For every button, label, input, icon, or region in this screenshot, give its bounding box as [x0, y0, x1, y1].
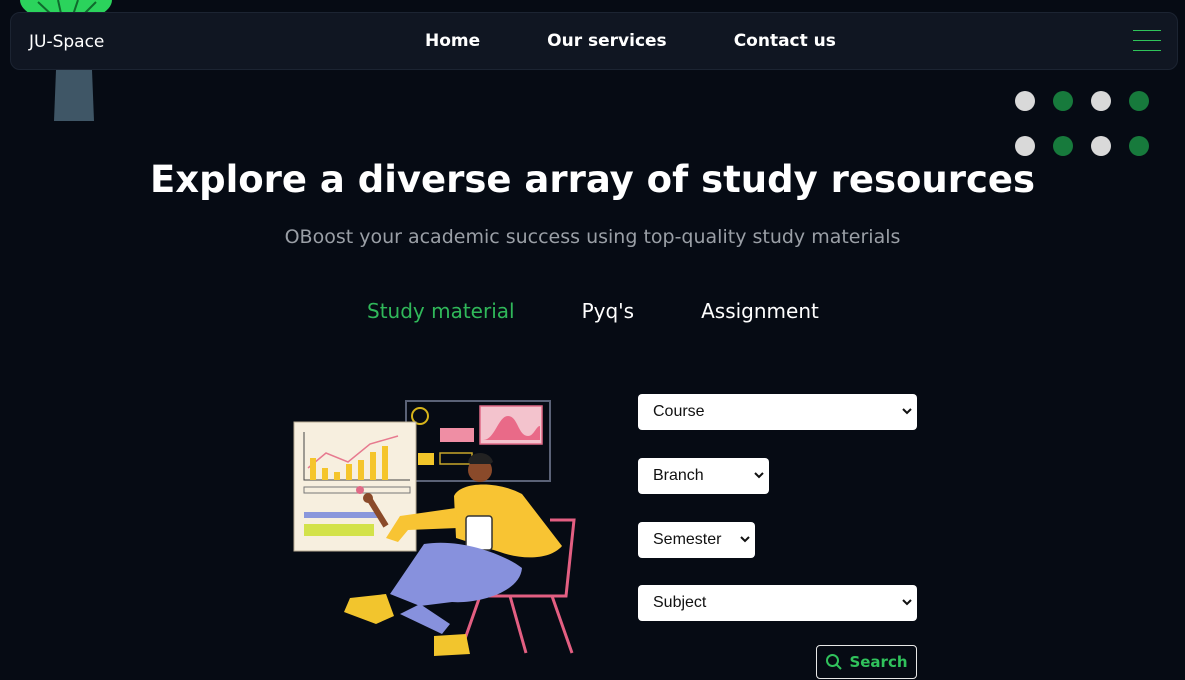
branch-select-value: Branch: [653, 467, 704, 484]
chevron-down-icon: [902, 599, 912, 606]
search-button-label: Search: [849, 653, 908, 671]
hero-title: Explore a diverse array of study resourc…: [149, 158, 1036, 201]
top-navbar: JU-Space Home Our services Contact us: [10, 12, 1178, 70]
nav-links: Home Our services Contact us: [425, 31, 836, 51]
course-select-value: Course: [653, 403, 705, 420]
nav-home-link[interactable]: Home: [425, 31, 480, 51]
search-button[interactable]: Search: [816, 645, 917, 679]
nav-contact-link[interactable]: Contact us: [734, 31, 836, 51]
student-illustration: [293, 400, 576, 656]
chevron-down-icon: [902, 408, 912, 415]
resource-tabs: Study material Pyq's Assignment: [367, 299, 819, 323]
brand-logo[interactable]: JU-Space: [29, 32, 104, 52]
chevron-down-icon: [754, 472, 764, 479]
subject-select[interactable]: Subject: [638, 585, 917, 621]
tab-pyqs[interactable]: Pyq's: [582, 299, 635, 323]
tab-study-material[interactable]: Study material: [367, 299, 515, 323]
hamburger-menu-icon[interactable]: [1133, 30, 1161, 52]
subject-select-value: Subject: [653, 594, 707, 611]
semester-select[interactable]: Semester: [638, 522, 755, 558]
semester-select-value: Semester: [653, 531, 722, 548]
tab-assignment[interactable]: Assignment: [701, 299, 819, 323]
chevron-down-icon: [740, 536, 750, 543]
branch-select[interactable]: Branch: [638, 458, 769, 494]
dot-pattern-decoration: [1015, 91, 1155, 156]
nav-services-link[interactable]: Our services: [547, 31, 667, 51]
hero-subtitle: OBoost your academic success using top-q…: [284, 226, 901, 248]
search-icon: [826, 654, 843, 670]
course-select[interactable]: Course: [638, 394, 917, 430]
